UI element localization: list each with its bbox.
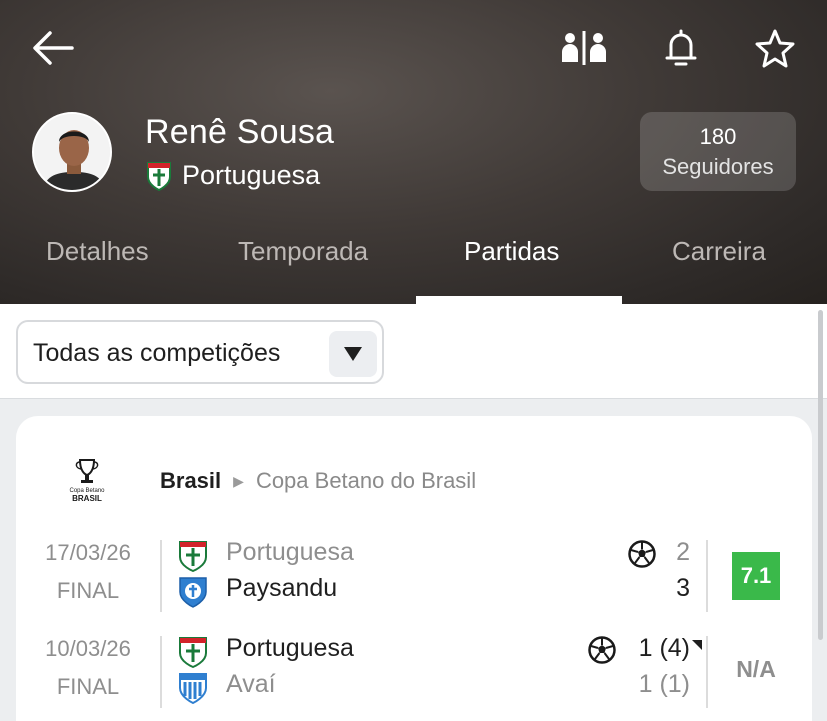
match-date: 10/03/26 (45, 636, 131, 661)
match-status: FINAL (56, 578, 120, 603)
dropdown-toggle[interactable] (329, 331, 377, 377)
player-team[interactable]: Portuguesa (146, 160, 320, 191)
breadcrumb[interactable]: Brasil ▶ Copa Betano do Brasil (160, 468, 476, 494)
bell-icon (665, 29, 697, 66)
followers-box[interactable]: 180 Seguidores (640, 112, 796, 191)
notifications-button[interactable] (660, 26, 702, 70)
home-score: 1 (4) (638, 634, 690, 662)
divider (160, 636, 162, 708)
player-name: Renê Sousa (145, 113, 335, 151)
breadcrumb-country: Brasil (160, 468, 222, 493)
tab-temporada[interactable]: Temporada (238, 236, 368, 267)
tab-detalhes[interactable]: Detalhes (46, 236, 149, 267)
tab-bar: Detalhes Temporada Partidas Carreira (0, 230, 827, 304)
paysandu-crest-icon (179, 577, 207, 608)
player-rating-badge: 7.1 (732, 552, 780, 600)
competition-filter-dropdown[interactable]: Todas as competições (16, 320, 384, 384)
filter-bar: Todas as competições (0, 304, 827, 399)
favorite-button[interactable] (752, 26, 798, 70)
home-team-name: Portuguesa (226, 538, 354, 566)
portuguesa-crest-icon (147, 161, 171, 191)
back-arrow-icon (33, 31, 74, 65)
followers-count: 180 (699, 123, 737, 149)
player-rating-na: N/A (736, 656, 776, 682)
penalty-marker-icon (692, 640, 702, 650)
followers-label: Seguidores (662, 153, 774, 179)
divider (706, 636, 708, 708)
active-tab-indicator (416, 296, 622, 304)
team-name: Portuguesa (182, 160, 321, 190)
scrollbar[interactable] (818, 310, 823, 640)
competition-card: Copa Betano BRASIL Brasil ▶ Copa Betano … (16, 416, 812, 721)
copa-do-brasil-logo: Copa Betano BRASIL (69, 459, 105, 503)
portuguesa-crest-icon (179, 541, 207, 572)
competition-filter-value: Todas as competições (33, 339, 281, 367)
tab-carreira[interactable]: Carreira (672, 236, 766, 267)
avai-crest-icon (179, 673, 207, 704)
away-team-name: Avaí (226, 670, 276, 698)
tab-partidas[interactable]: Partidas (464, 236, 559, 267)
divider (160, 540, 162, 612)
match-date: 17/03/26 (45, 540, 131, 565)
soccer-ball-icon (628, 540, 656, 568)
triangle-down-icon (344, 347, 362, 361)
soccer-ball-icon (588, 636, 616, 664)
compare-button[interactable] (558, 28, 610, 68)
home-score: 2 (676, 538, 690, 566)
match-row[interactable]: 17/03/26 FINAL Portuguesa 2 Paysandu 3 7… (16, 538, 812, 616)
chevron-right-icon: ▶ (233, 472, 244, 489)
divider (706, 540, 708, 612)
star-icon (755, 29, 795, 68)
away-team-name: Paysandu (226, 574, 338, 602)
portuguesa-crest-icon (179, 637, 207, 668)
away-score: 3 (676, 574, 690, 602)
player-header: Renê Sousa Portuguesa 180 Seguidores Det… (0, 0, 827, 304)
logo-text-bottom: BRASIL (72, 494, 102, 503)
home-team-name: Portuguesa (226, 634, 354, 662)
compare-players-icon (562, 31, 606, 65)
match-row[interactable]: 10/03/26 FINAL Portuguesa 1 (4) Avaí 1 (… (16, 634, 812, 712)
breadcrumb-competition: Copa Betano do Brasil (255, 468, 477, 493)
back-button[interactable] (28, 26, 76, 70)
match-status: FINAL (56, 674, 120, 699)
player-avatar (32, 112, 112, 192)
away-score: 1 (1) (638, 670, 690, 698)
